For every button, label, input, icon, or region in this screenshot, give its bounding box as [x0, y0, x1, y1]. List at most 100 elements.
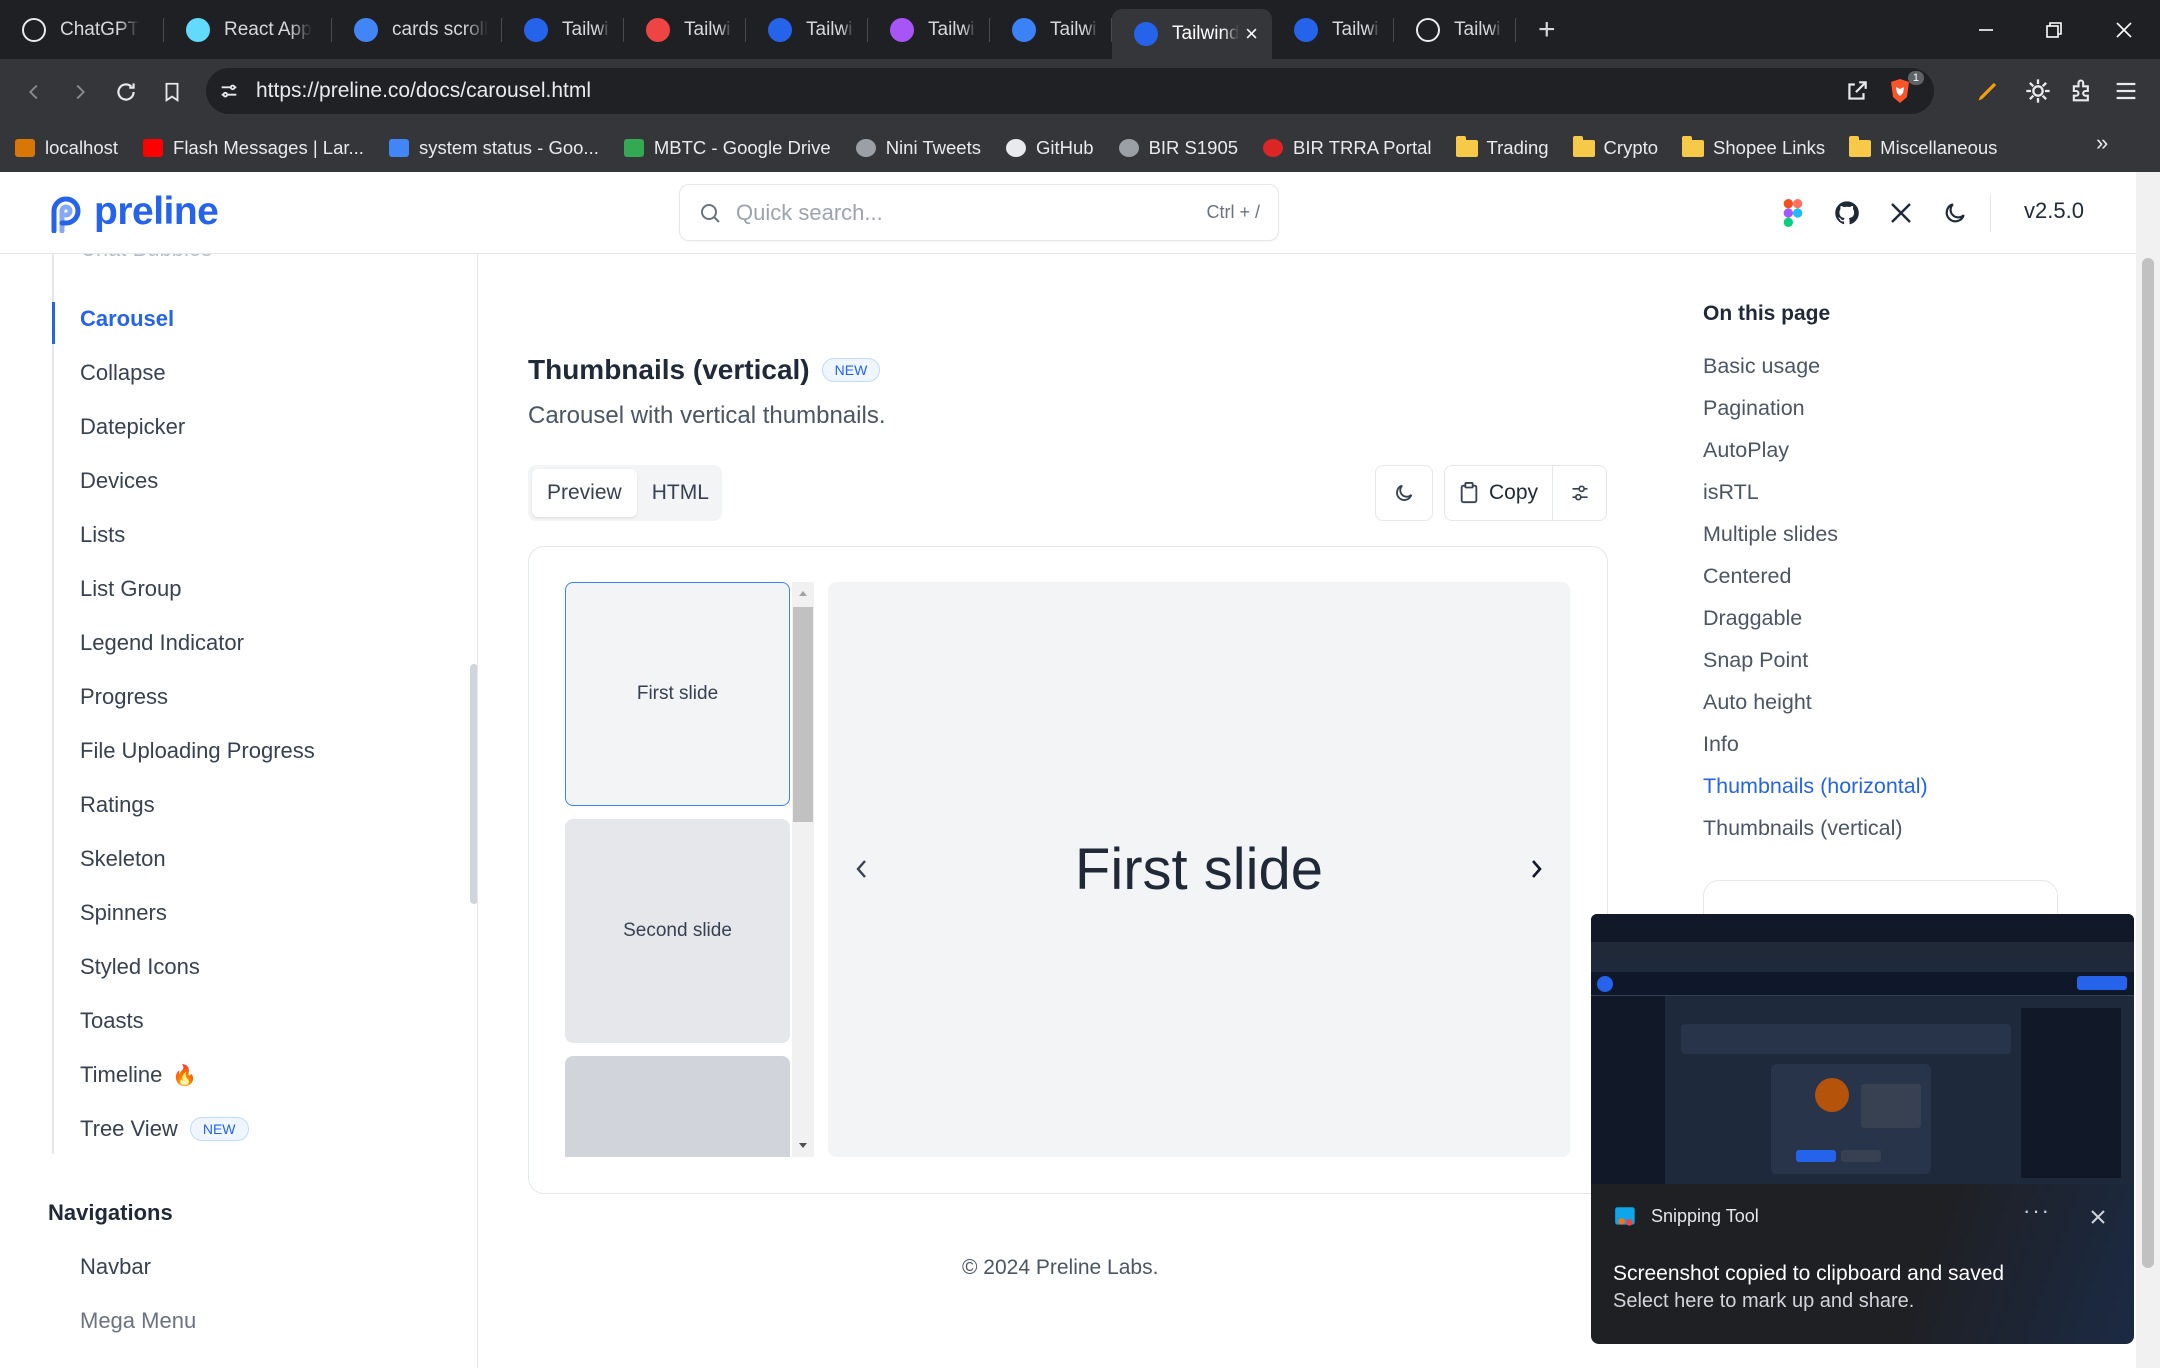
toc-link[interactable]: Draggable	[1703, 606, 1802, 631]
sidebar-item-toasts[interactable]: Toasts	[80, 1008, 144, 1034]
browser-tab[interactable]: cards scroll	[332, 0, 502, 59]
browser-tab[interactable]: Tailwind CSS	[1394, 0, 1516, 59]
sidebar-item-tree-view[interactable]: Tree View NEW	[80, 1116, 249, 1142]
thumbnail-list[interactable]: First slide Second slide	[565, 582, 790, 1157]
thumbnail-first-slide[interactable]: First slide	[565, 582, 790, 806]
toc-link[interactable]: Basic usage	[1703, 354, 1820, 379]
bookmark-item[interactable]: Miscellaneous	[1849, 135, 1997, 159]
carousel-prev-button[interactable]	[842, 849, 882, 889]
close-icon[interactable]	[2089, 1208, 2107, 1226]
github-icon	[1835, 201, 1859, 225]
browser-tab[interactable]: Tailwind CSS	[746, 0, 868, 59]
copy-button[interactable]: Copy	[1445, 466, 1553, 520]
sidebar-item-list-group[interactable]: List Group	[80, 576, 182, 602]
browser-tab[interactable]: React App	[164, 0, 332, 59]
bookmark-item[interactable]: system status - Goo...	[388, 137, 599, 159]
minimize-button[interactable]	[1952, 0, 2020, 59]
preline-logo[interactable]: preline	[46, 190, 219, 234]
sidebar-item-collapse[interactable]: Collapse	[80, 360, 166, 386]
preview-dark-mode-button[interactable]	[1375, 465, 1433, 521]
sidebar-item-timeline[interactable]: Timeline 🔥	[80, 1062, 197, 1088]
browser-tab[interactable]: Tailwind CSS	[868, 0, 990, 59]
sidebar-item-spinners[interactable]: Spinners	[80, 900, 167, 926]
notification-more-icon[interactable]: ···	[2023, 1198, 2051, 1224]
extension-settings-button[interactable]	[2024, 77, 2052, 105]
restore-button[interactable]	[2020, 0, 2088, 59]
toc-link[interactable]: isRTL	[1703, 480, 1759, 505]
browser-tab[interactable]: Tailwind CSS	[1272, 0, 1394, 59]
bookmark-button[interactable]	[150, 70, 194, 114]
sidebar-item-carousel[interactable]: Carousel	[80, 306, 174, 332]
toc-link[interactable]: Thumbnails (vertical)	[1703, 816, 1903, 841]
sidebar-item-ratings[interactable]: Ratings	[80, 792, 155, 818]
toc-link[interactable]: Thumbnails (horizontal)	[1703, 774, 1928, 799]
bookmark-item[interactable]: Trading	[1455, 135, 1549, 159]
snipping-tool-notification[interactable]: Snipping Tool ··· Screenshot copied to c…	[1591, 1184, 2134, 1344]
sidebar-item-chat-bubbles[interactable]: Chat Bubbles	[80, 254, 212, 262]
browser-tab[interactable]: Tailwind CSS	[502, 0, 624, 59]
thumbnail-second-slide[interactable]: Second slide	[565, 819, 790, 1043]
url-text[interactable]: https://preline.co/docs/carousel.html	[256, 79, 591, 103]
dark-mode-toggle[interactable]	[1940, 198, 1970, 228]
sidebar-item-datepicker[interactable]: Datepicker	[80, 414, 185, 440]
bookmark-item[interactable]: localhost	[14, 137, 118, 159]
carousel-next-button[interactable]	[1516, 849, 1556, 889]
toc-link[interactable]: Snap Point	[1703, 648, 1808, 673]
version-selector[interactable]: v2.5.0	[2024, 198, 2084, 224]
toc-link[interactable]: Auto height	[1703, 690, 1812, 715]
thumbnail-third-slide[interactable]	[565, 1056, 790, 1157]
more-bookmarks-chevron-icon[interactable]: »	[2096, 130, 2108, 156]
close-tab-icon[interactable]: ×	[1239, 21, 1258, 47]
sidebar-item-skeleton[interactable]: Skeleton	[80, 846, 166, 872]
toc-link[interactable]: AutoPlay	[1703, 438, 1789, 463]
bookmark-item[interactable]: BIR TRRA Portal	[1262, 137, 1432, 159]
brave-shields-button[interactable]: 1	[1888, 71, 1924, 105]
toc-link[interactable]: Pagination	[1703, 396, 1805, 421]
x-twitter-link[interactable]	[1886, 198, 1916, 228]
thumbnail-scrollbar-thumb[interactable]	[793, 607, 813, 822]
back-button[interactable]	[12, 70, 56, 114]
youtube-icon	[142, 138, 164, 158]
tab-html[interactable]: HTML	[637, 469, 724, 517]
toc-link[interactable]: Multiple slides	[1703, 522, 1838, 547]
bookmark-item[interactable]: GitHub	[1005, 137, 1094, 159]
tab-preview[interactable]: Preview	[532, 469, 637, 517]
forward-button[interactable]	[58, 70, 102, 114]
sidebar-item-devices[interactable]: Devices	[80, 468, 158, 494]
reload-button[interactable]	[104, 70, 148, 114]
browser-tab[interactable]: ChatGPT	[0, 0, 164, 59]
toc-link[interactable]: Centered	[1703, 564, 1791, 589]
extensions-button[interactable]	[2068, 77, 2096, 105]
pen-icon	[1978, 82, 1997, 101]
snipping-screenshot-thumbnail[interactable]	[1591, 914, 2134, 1184]
sidebar-item-progress[interactable]: Progress	[80, 684, 168, 710]
sidebar-item-file-uploading-progress[interactable]: File Uploading Progress	[80, 738, 315, 764]
sidebar-item-legend-indicator[interactable]: Legend Indicator	[80, 630, 244, 656]
github-link[interactable]	[1832, 198, 1862, 228]
pen-button[interactable]	[1974, 77, 2002, 105]
close-window-button[interactable]	[2090, 0, 2158, 59]
toc-link[interactable]: Info	[1703, 732, 1739, 757]
bookmark-item[interactable]: MBTC - Google Drive	[623, 137, 831, 159]
bookmark-item[interactable]: BIR S1905	[1118, 137, 1238, 159]
share-icon[interactable]	[1844, 78, 1870, 104]
sidebar-item-mega-menu[interactable]: Mega Menu	[80, 1308, 196, 1334]
code-options-button[interactable]	[1553, 466, 1606, 520]
browser-tab[interactable]: Tailwind Car	[624, 0, 746, 59]
bookmark-item[interactable]: Flash Messages | Lar...	[142, 137, 364, 159]
browser-tab[interactable]: Tailwind ×	[1112, 9, 1272, 59]
browser-tab[interactable]: Tailwind CSS	[990, 0, 1112, 59]
sidebar-item-navbar[interactable]: Navbar	[80, 1254, 151, 1280]
quick-search-input[interactable]: Quick search... Ctrl + /	[679, 184, 1279, 241]
new-tab-button[interactable]: +	[1516, 0, 1578, 59]
sidebar-item-styled-icons[interactable]: Styled Icons	[80, 954, 200, 980]
sidebar-scrollbar[interactable]	[470, 664, 477, 904]
browser-menu-button[interactable]	[2112, 77, 2140, 105]
bookmark-item[interactable]: Crypto	[1572, 135, 1658, 159]
bookmark-item[interactable]: Shopee Links	[1682, 135, 1825, 159]
figma-link[interactable]	[1778, 198, 1808, 228]
address-bar[interactable]: https://preline.co/docs/carousel.html 1	[206, 68, 1934, 114]
bookmark-item[interactable]: Nini Tweets	[855, 137, 981, 159]
sidebar-item-lists[interactable]: Lists	[80, 522, 125, 548]
page-scrollbar-thumb[interactable]	[2142, 258, 2154, 1268]
